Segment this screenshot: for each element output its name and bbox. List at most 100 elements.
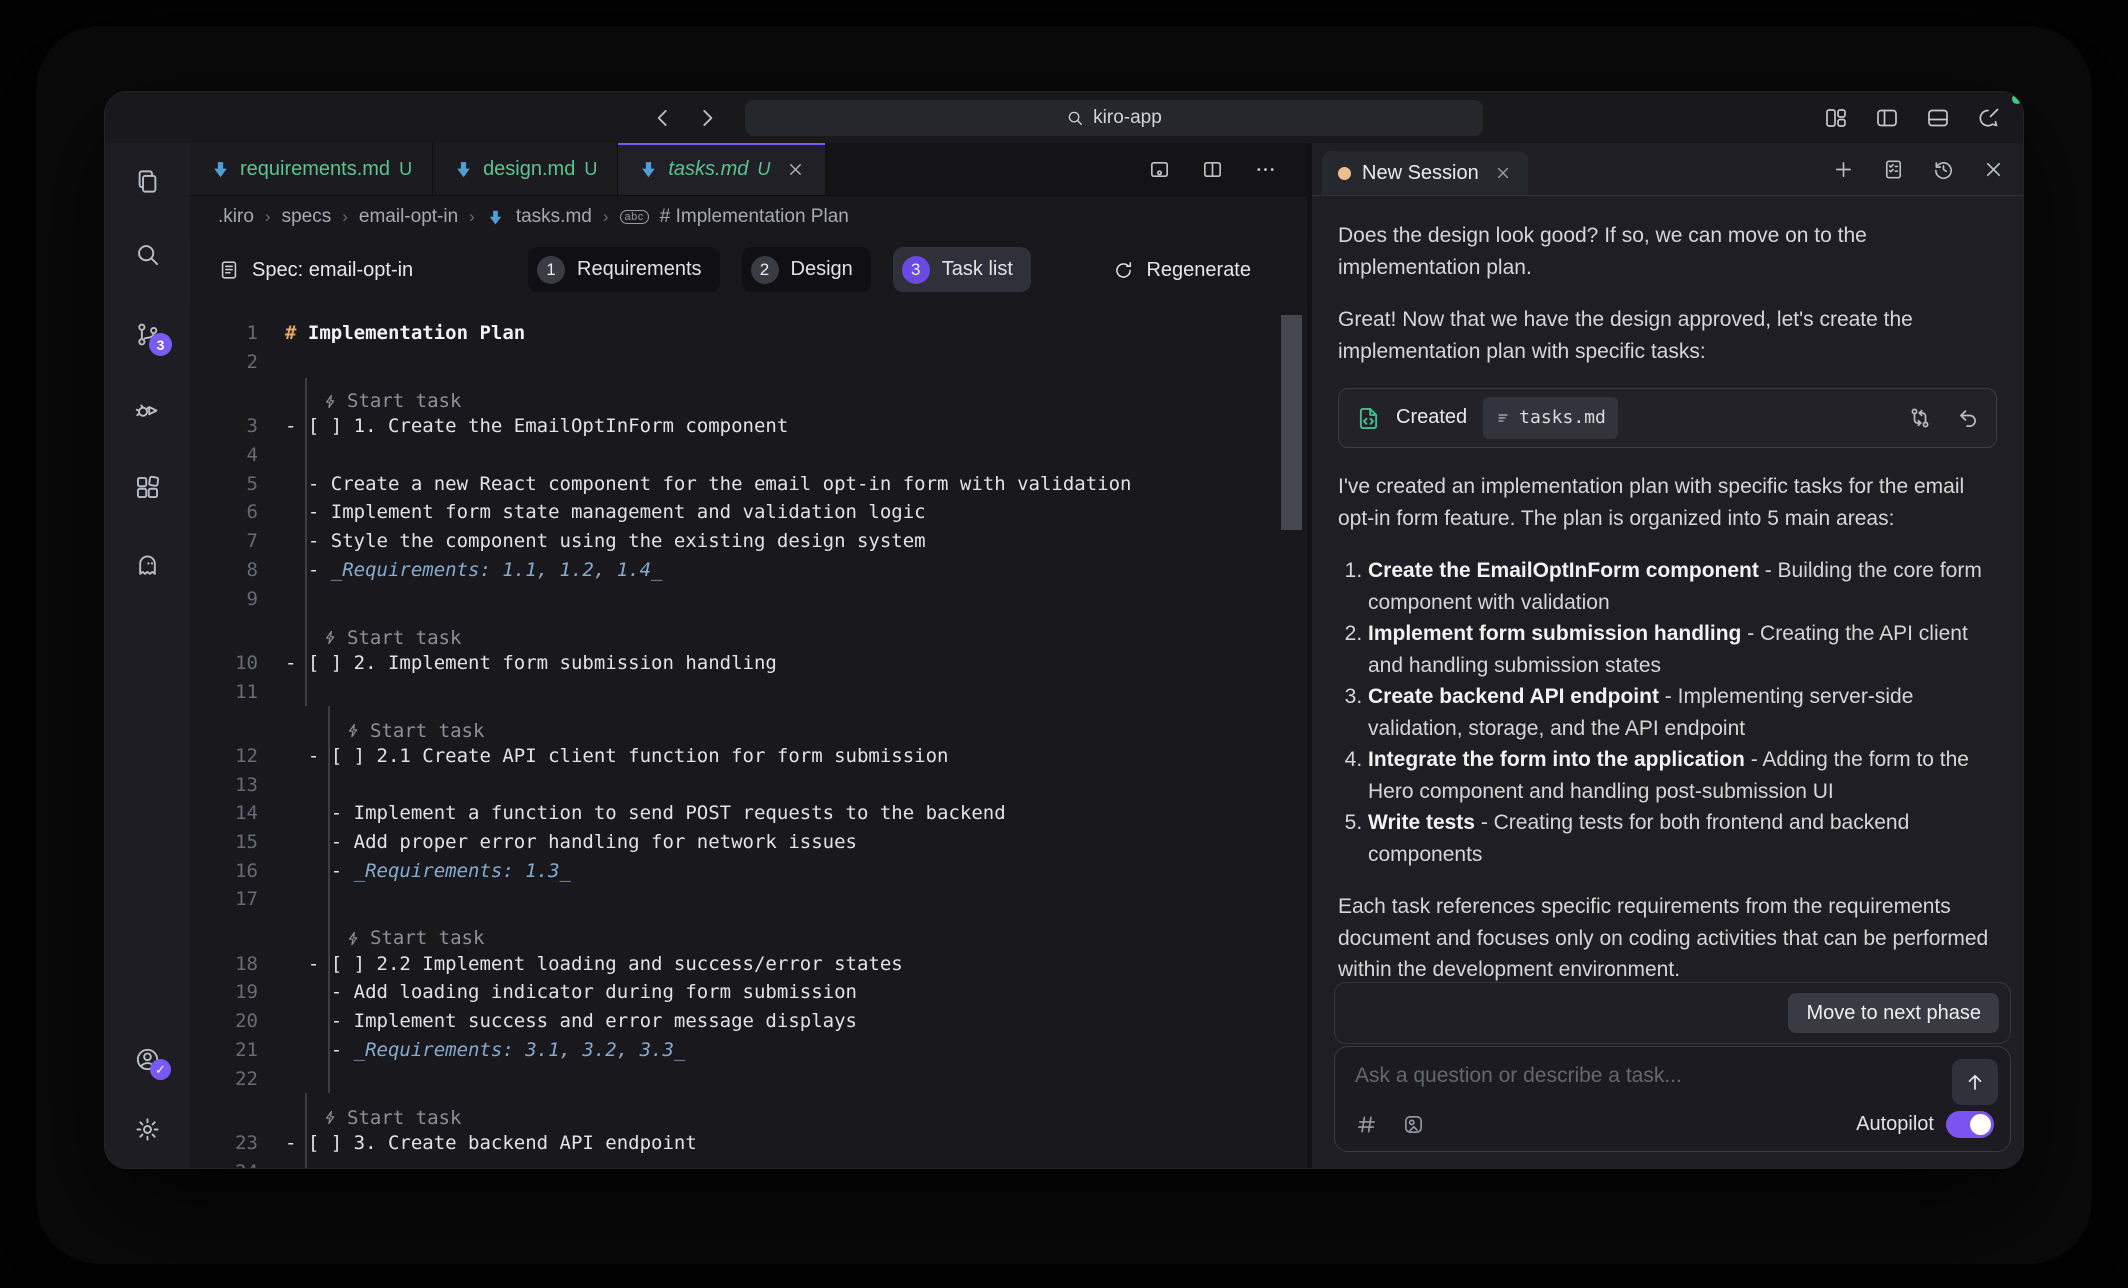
line-number: 14 bbox=[190, 802, 258, 824]
bolt-icon bbox=[322, 1109, 339, 1126]
code-line: 2 bbox=[190, 348, 1307, 377]
attach-image-icon[interactable] bbox=[1402, 1113, 1425, 1136]
chevron-right-icon: › bbox=[469, 207, 475, 227]
autopilot-toggle[interactable] bbox=[1946, 1111, 1994, 1138]
source-control-icon[interactable]: 3 bbox=[134, 321, 161, 348]
code-line: 23- [ ] 3. Create backend API endpoint bbox=[190, 1129, 1307, 1158]
autopilot-label: Autopilot bbox=[1856, 1113, 1934, 1136]
chat-input[interactable]: Ask a question or describe a task... Aut… bbox=[1334, 1046, 2011, 1152]
kiro-app-window: kiro-app 3 ✓ requirements.mdUdesign.mdUt… bbox=[105, 92, 2023, 1168]
line-number: 21 bbox=[190, 1039, 258, 1061]
regenerate-button[interactable]: Regenerate bbox=[1113, 238, 1251, 302]
context-hash-icon[interactable] bbox=[1355, 1113, 1378, 1136]
code-editor[interactable]: 1# Implementation Plan2Start task3- [ ] … bbox=[190, 301, 1307, 1168]
code-line: 11 bbox=[190, 677, 1307, 706]
session-close-icon[interactable] bbox=[1494, 164, 1512, 182]
plan-list-item: Implement form submission handling - Cre… bbox=[1368, 618, 1997, 681]
code-line: 4 bbox=[190, 441, 1307, 470]
codelens-start-task[interactable]: Start task bbox=[190, 706, 1307, 742]
codelens-start-task[interactable]: Start task bbox=[190, 613, 1307, 649]
command-search-input[interactable]: kiro-app bbox=[745, 100, 1483, 136]
code-line: 8 - _Requirements: 1.1, 1.2, 1.4_ bbox=[190, 556, 1307, 585]
code-line: 24 bbox=[190, 1157, 1307, 1168]
editor-tab-design.md[interactable]: design.mdU bbox=[433, 143, 618, 195]
session-status-dot bbox=[1338, 167, 1351, 180]
spec-title: Spec: email-opt-in bbox=[218, 238, 413, 302]
explorer-icon[interactable] bbox=[134, 168, 161, 195]
close-panel-icon[interactable] bbox=[1982, 158, 2005, 181]
bolt-icon bbox=[322, 629, 339, 646]
code-line: 7 - Style the component using the existi… bbox=[190, 527, 1307, 556]
indent-guide bbox=[328, 706, 330, 914]
line-number: 11 bbox=[190, 681, 258, 703]
codelens-start-task[interactable]: Start task bbox=[190, 376, 1307, 412]
phase-button-task-list[interactable]: 3Task list bbox=[893, 247, 1031, 292]
code-line: 19 - Add loading indicator during form s… bbox=[190, 978, 1307, 1007]
created-file-chip[interactable]: tasks.md bbox=[1483, 397, 1618, 439]
run-debug-icon[interactable] bbox=[134, 396, 161, 423]
line-number: 20 bbox=[190, 1010, 258, 1032]
line-number: 16 bbox=[190, 860, 258, 882]
line-number: 4 bbox=[190, 444, 258, 466]
code-line: 5 - Create a new React component for the… bbox=[190, 469, 1307, 498]
line-number: 19 bbox=[190, 981, 258, 1003]
nav-back-icon[interactable] bbox=[650, 105, 676, 131]
file-lines-icon bbox=[1495, 410, 1511, 426]
phase-button-design[interactable]: 2Design bbox=[742, 247, 871, 292]
move-to-next-phase-button[interactable]: Move to next phase bbox=[1788, 993, 1999, 1033]
indent-guide bbox=[305, 1093, 307, 1168]
status-dot bbox=[2012, 94, 2022, 104]
nav-forward-icon[interactable] bbox=[694, 105, 720, 131]
account-icon[interactable]: ✓ bbox=[134, 1046, 161, 1073]
extensions-icon[interactable] bbox=[134, 474, 161, 501]
feedback-icon[interactable] bbox=[1977, 106, 2001, 130]
symbol-text-icon: abc bbox=[620, 210, 649, 224]
breadcrumb-file[interactable]: tasks.md bbox=[516, 206, 592, 228]
breadcrumb-item[interactable]: email-opt-in bbox=[359, 206, 458, 228]
split-editor-icon[interactable] bbox=[1201, 158, 1224, 181]
chevron-right-icon: › bbox=[342, 207, 348, 227]
customize-layout-icon[interactable] bbox=[1824, 106, 1848, 130]
chevron-right-icon: › bbox=[603, 207, 609, 227]
editor-tabs: requirements.mdUdesign.mdUtasks.mdU bbox=[190, 143, 1307, 196]
breadcrumb-symbol[interactable]: # Implementation Plan bbox=[660, 206, 849, 228]
settings-gear-icon[interactable] bbox=[134, 1116, 161, 1143]
line-number: 6 bbox=[190, 501, 258, 523]
diff-changes-icon[interactable] bbox=[1908, 406, 1932, 430]
code-line: 17 bbox=[190, 885, 1307, 914]
editor-tab-tasks.md[interactable]: tasks.mdU bbox=[618, 143, 826, 195]
close-tab-icon[interactable] bbox=[786, 160, 805, 179]
chat-transcript: Does the design look good? If so, we can… bbox=[1312, 196, 2023, 982]
history-icon[interactable] bbox=[1932, 158, 1955, 181]
open-changes-icon[interactable] bbox=[1148, 158, 1171, 181]
editor-scrollbar[interactable] bbox=[1281, 315, 1302, 530]
more-actions-icon[interactable] bbox=[1254, 158, 1277, 181]
toggle-panel-left-icon[interactable] bbox=[1875, 106, 1899, 130]
kiro-ghost-icon[interactable] bbox=[134, 551, 161, 578]
task-list-icon[interactable] bbox=[1882, 158, 1905, 181]
spec-note-icon bbox=[218, 259, 240, 281]
breadcrumb[interactable]: .kiro›specs›email-opt-in›tasks.md›abc# I… bbox=[190, 196, 1307, 238]
breadcrumb-item[interactable]: .kiro bbox=[218, 206, 254, 228]
toggle-knob bbox=[1970, 1114, 1991, 1135]
chat-message: Great! Now that we have the design appro… bbox=[1338, 304, 1997, 367]
send-button[interactable] bbox=[1952, 1059, 1998, 1105]
line-number: 10 bbox=[190, 652, 258, 674]
editor-tab-requirements.md[interactable]: requirements.mdU bbox=[190, 143, 433, 195]
code-line: 13 bbox=[190, 770, 1307, 799]
search-sidebar-icon[interactable] bbox=[134, 241, 161, 268]
line-number: 24 bbox=[190, 1161, 258, 1168]
codelens-start-task[interactable]: Start task bbox=[190, 1093, 1307, 1129]
new-session-icon[interactable] bbox=[1832, 158, 1855, 181]
undo-icon[interactable] bbox=[1956, 406, 1980, 430]
code-line: 14 - Implement a function to send POST r… bbox=[190, 799, 1307, 828]
plan-list: Create the EmailOptInForm component - Bu… bbox=[1338, 555, 1997, 870]
session-tab[interactable]: New Session bbox=[1322, 151, 1528, 195]
codelens-start-task[interactable]: Start task bbox=[190, 914, 1307, 950]
account-check-icon: ✓ bbox=[150, 1059, 171, 1080]
breadcrumb-item[interactable]: specs bbox=[282, 206, 332, 228]
line-number: 23 bbox=[190, 1132, 258, 1154]
phase-button-requirements[interactable]: 1Requirements bbox=[528, 247, 720, 292]
toggle-panel-bottom-icon[interactable] bbox=[1926, 106, 1950, 130]
markdown-file-icon bbox=[453, 159, 474, 180]
